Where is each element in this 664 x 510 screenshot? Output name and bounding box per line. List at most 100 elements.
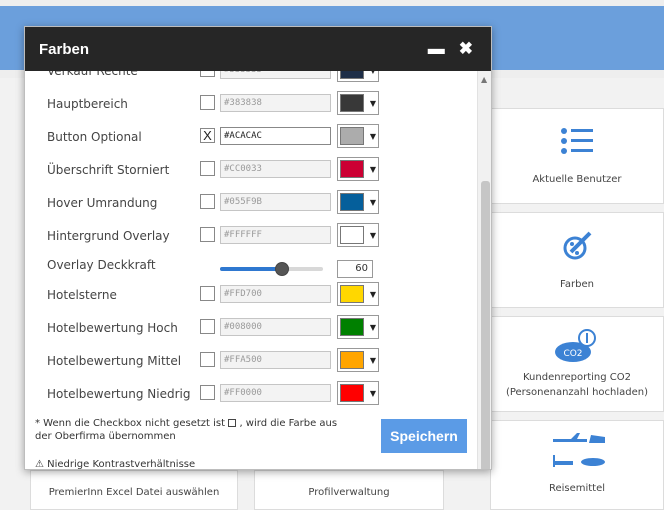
color-picker[interactable]: ▼ xyxy=(337,157,379,181)
color-row: Hintergrund Overlay #FFFFFF ▼ xyxy=(25,219,477,252)
profilverwaltung-card-label: Profilverwaltung xyxy=(308,487,390,498)
slider-knob[interactable] xyxy=(274,262,289,276)
farben-card[interactable]: Farben xyxy=(490,212,664,308)
color-row-label: Verkauf Rechte xyxy=(47,71,138,78)
color-row-label: Hotelbewertung Mittel xyxy=(47,353,182,368)
color-swatch xyxy=(340,318,364,336)
caret-down-icon: ▼ xyxy=(369,322,376,332)
caret-down-icon: ▼ xyxy=(369,388,376,398)
hex-input[interactable]: #055F9B xyxy=(220,193,331,211)
close-icon[interactable]: ✖ xyxy=(459,39,473,59)
profilverwaltung-card[interactable]: Profilverwaltung xyxy=(254,470,444,510)
color-picker[interactable]: ▼ xyxy=(337,348,379,372)
color-row: Hauptbereich #383838 ▼ xyxy=(25,87,477,120)
override-checkbox[interactable] xyxy=(200,227,215,242)
color-row: Hotelbewertung Mittel #FFA500 ▼ xyxy=(25,344,477,377)
color-row-label: Hotelbewertung Hoch xyxy=(47,320,178,335)
color-swatch xyxy=(340,285,364,303)
color-row-label: Hauptbereich xyxy=(47,96,128,111)
reisemittel-card[interactable]: Reisemittel xyxy=(490,420,664,510)
co2-badge: CO2 xyxy=(563,349,582,359)
contrast-warning: ⚠ Niedrige Kontrastverhältnisse xyxy=(35,459,196,470)
co2-card[interactable]: CO2 Kundenreporting CO2 (Personenanzahl … xyxy=(490,316,664,412)
color-row: Hover Umrandung #055F9B ▼ xyxy=(25,186,477,219)
color-row-label: Hintergrund Overlay xyxy=(47,228,170,243)
hex-input[interactable]: #CC0033 xyxy=(220,160,331,178)
color-row: Verkauf Rechte #333333 ▼ xyxy=(25,71,477,87)
color-picker[interactable]: ▼ xyxy=(337,315,379,339)
hex-input[interactable]: #FFD700 xyxy=(220,285,331,303)
scrollbar[interactable]: ▲ xyxy=(477,71,491,469)
hex-input[interactable]: #383838 xyxy=(220,94,331,112)
premierinn-card[interactable]: PremierInn Excel Datei auswählen xyxy=(30,470,238,510)
dialog-footer: * Wenn die Checkbox nicht gesetzt ist , … xyxy=(25,411,477,470)
hex-input[interactable]: #ACACAC xyxy=(220,127,331,145)
caret-down-icon: ▼ xyxy=(370,71,376,75)
color-swatch xyxy=(340,193,364,211)
override-checkbox[interactable] xyxy=(200,352,215,367)
color-picker[interactable]: ▼ xyxy=(337,381,379,405)
hex-input[interactable]: #008000 xyxy=(220,318,331,336)
opacity-input[interactable]: 60 xyxy=(337,260,373,278)
farben-card-label: Farben xyxy=(560,278,594,290)
caret-down-icon: ▼ xyxy=(369,131,376,141)
checkbox-symbol xyxy=(228,419,237,427)
override-checkbox[interactable] xyxy=(200,71,215,77)
color-row: Hotelbewertung Niedrig #FF0000 ▼ xyxy=(25,377,477,410)
color-picker[interactable]: ▼ xyxy=(337,71,379,82)
color-swatch xyxy=(340,94,364,112)
color-swatch xyxy=(340,71,364,79)
override-checkbox[interactable] xyxy=(200,286,215,301)
hex-input[interactable]: #FF0000 xyxy=(220,384,331,402)
caret-down-icon: ▼ xyxy=(369,164,376,174)
color-swatch xyxy=(340,384,364,402)
override-checkbox[interactable] xyxy=(200,385,215,400)
color-row-label: Hotelbewertung Niedrig xyxy=(47,386,191,401)
dialog-header: Farben ▬ ✖ xyxy=(25,27,491,71)
co2-cloud-icon: CO2 xyxy=(555,329,596,362)
color-picker[interactable]: ▼ xyxy=(337,282,379,306)
color-row-label: Hotelsterne xyxy=(47,287,117,302)
caret-down-icon: ▼ xyxy=(369,355,376,365)
checkbox-note: * Wenn die Checkbox nicht gesetzt ist , … xyxy=(35,418,338,442)
caret-down-icon: ▼ xyxy=(369,197,376,207)
travel-icon xyxy=(553,433,605,467)
color-row: Button Optional X #ACACAC ▼ xyxy=(25,120,477,153)
override-checkbox[interactable] xyxy=(200,319,215,334)
color-picker[interactable]: ▼ xyxy=(337,124,379,148)
overlay-label: Overlay Deckkraft xyxy=(47,258,156,272)
opacity-slider[interactable] xyxy=(220,262,323,276)
color-swatch xyxy=(340,127,364,145)
color-swatch xyxy=(340,226,364,244)
color-list: Verkauf Rechte #333333 ▼ Hauptbereich #38383… xyxy=(25,71,477,411)
co2-card-label-2: (Personenanzahl hochladen) xyxy=(505,387,649,398)
premierinn-card-label: PremierInn Excel Datei auswählen xyxy=(48,487,220,498)
reisemittel-card-label: Reisemittel xyxy=(548,483,606,494)
override-checkbox[interactable] xyxy=(200,194,215,209)
hex-input[interactable]: #FFFFFF xyxy=(220,226,331,244)
color-row: Hotelsterne #FFD700 ▼ xyxy=(25,278,477,311)
color-picker[interactable]: ▼ xyxy=(337,190,379,214)
caret-down-icon: ▼ xyxy=(369,289,376,299)
users-card-label: Aktuelle Benutzer xyxy=(532,173,622,185)
co2-card-label-1: Kundenreporting CO2 xyxy=(523,372,631,383)
override-checkbox[interactable] xyxy=(200,95,215,110)
color-rows: Verkauf Rechte #333333 ▼ Hauptbereich #38383… xyxy=(25,71,477,410)
save-button[interactable]: Speichern xyxy=(381,419,467,453)
override-checkbox[interactable] xyxy=(200,161,215,176)
color-row-label: Überschrift Storniert xyxy=(47,162,170,177)
hex-input[interactable]: #FFA500 xyxy=(220,351,331,369)
override-checkbox[interactable]: X xyxy=(200,128,215,143)
farben-dialog: Farben ▬ ✖ Verkauf Rechte#333333▼Hauptbe… xyxy=(24,26,492,470)
overlay-row: Overlay Deckkraft 60 xyxy=(25,252,477,278)
scroll-up-icon[interactable]: ▲ xyxy=(481,75,487,84)
users-card[interactable]: Aktuelle Benutzer xyxy=(490,108,664,204)
scrollbar-thumb[interactable] xyxy=(481,181,490,469)
minimize-icon[interactable]: ▬ xyxy=(428,39,445,59)
color-picker[interactable]: ▼ xyxy=(337,223,379,247)
paint-icon xyxy=(563,231,592,259)
hex-input[interactable]: #333333 xyxy=(220,71,331,79)
color-picker[interactable]: ▼ xyxy=(337,91,379,115)
color-swatch xyxy=(340,160,364,178)
dialog-title: Farben xyxy=(39,40,90,58)
